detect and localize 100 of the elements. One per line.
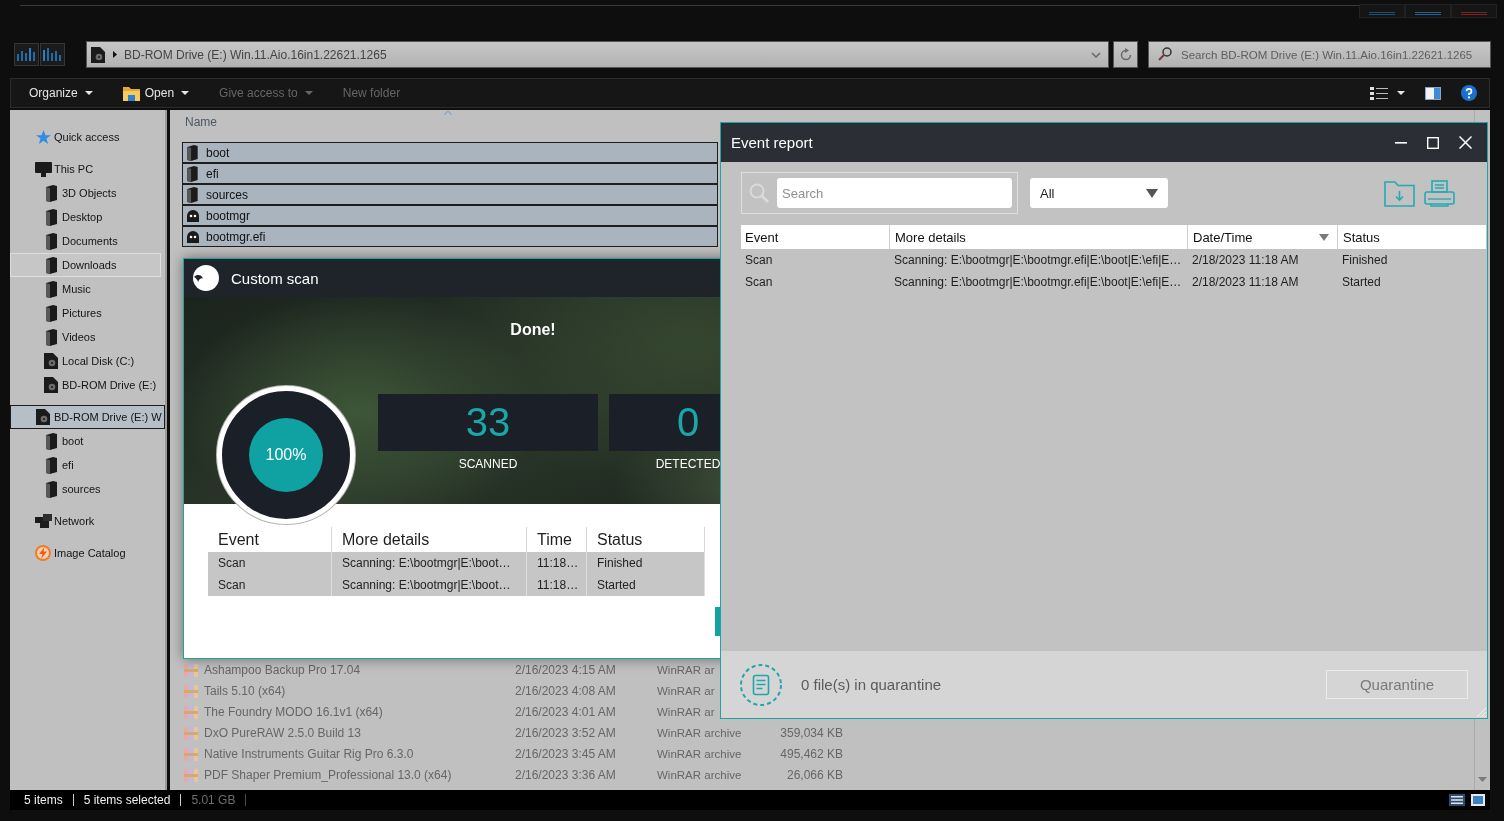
refresh-button[interactable] [1113,41,1138,68]
sidebar-item[interactable]: sources [10,477,165,501]
sidebar-item[interactable]: Music [10,277,165,301]
file-name: DxO PureRAW 2.5.0 Build 13 [204,725,362,740]
file-name: The Foundry MODO 16.1v1 (x64) [204,704,384,719]
pane-icon [1425,86,1441,100]
sidebar-item[interactable]: BD-ROM Drive (E:) [10,373,165,397]
scroll-down-arrow-icon[interactable] [1478,777,1487,782]
caret-icon [1397,91,1405,95]
sidebar-item[interactable]: efi [10,453,165,477]
file-item[interactable]: bootmgr [182,205,718,226]
drive-icon [91,46,105,63]
book-icon [187,144,198,161]
logo-icon [193,265,219,291]
resize-grip-icon[interactable] [1477,708,1486,717]
column-header[interactable]: More details [889,225,1187,249]
address-bar[interactable]: BD-ROM Drive (E:) Win.11.Aio.16in1.22621.1265 [86,41,1109,68]
item-count: 5 items [24,793,63,807]
table-cell-text: Scanning: E:\bootmgr|E:\bootmgr.efi|E:\boot|E:\efi|E… [893,274,1183,291]
book-icon [45,328,57,346]
sidebar-item[interactable]: BD-ROM Drive (E:) W [10,405,165,429]
file-date: 2/16/2023 3:36 AM [515,767,617,782]
book-icon [45,480,57,498]
sidebar-item[interactable]: Pictures [10,301,165,325]
book-icon [187,186,198,203]
window-minimize-button[interactable] [1359,4,1405,18]
preview-pane-button[interactable] [1425,86,1441,100]
sidebar-item[interactable]: Network [10,509,165,533]
table-cell: 11:18… [527,574,587,596]
file-date: 2/16/2023 3:45 AM [515,746,617,761]
table-cell-text: Scan [744,252,774,269]
selection-count: 5 items selected [83,793,171,807]
file-type: WinRAR ar [657,705,716,718]
drive-icon [44,377,58,393]
file-date: 2/16/2023 3:52 AM [515,725,617,740]
column-header[interactable]: Status [1337,225,1486,249]
search-field[interactable]: Search BD-ROM Drive (E:) Win.11.Aio.16in1.22621.1265 [1148,41,1491,68]
file-size: 26,066 KB [785,767,843,782]
book-icon [45,456,57,474]
file-item[interactable]: efi [182,163,718,184]
sidebar-item[interactable]: Desktop [10,205,165,229]
sidebar-item[interactable]: This PC [10,157,165,181]
forward-button[interactable] [40,43,65,66]
help-button[interactable] [1461,85,1477,101]
sidebar-item[interactable]: Videos [10,325,165,349]
sort-arrow-icon [1319,233,1329,241]
book-icon [187,165,198,182]
selection-size: 5.01 GB [191,793,236,807]
toolbar-button[interactable]: Organize [23,82,99,104]
details-view-icon[interactable] [1449,794,1465,806]
book-icon [45,304,57,322]
drive-icon [36,409,50,425]
caret-icon [181,91,190,95]
table-cell: Started [587,574,705,596]
quarantine-icon [740,663,782,706]
table-cell-text: Scanning: E:\bootmgr|E:\bootmgr.efi|E:\boot|E:\efi|E… [893,252,1183,269]
sidebar-item[interactable]: Downloads [10,253,161,277]
sidebar-item[interactable]: Quick access [10,125,165,149]
network-icon [34,514,52,528]
dialog-title: Custom scan [231,269,319,287]
table-cell-text: Finished [1341,252,1389,269]
file-date: 2/16/2023 4:08 AM [515,683,617,698]
large-icons-view-icon[interactable] [1471,794,1485,806]
file-type: WinRAR ar [657,684,716,697]
sidebar-item[interactable]: 3D Objects [10,181,165,205]
file-item[interactable]: bootmgr.efi [182,226,718,247]
archive-icon [184,704,198,719]
sidebar-item[interactable]: Documents [10,229,165,253]
file-item[interactable]: sources [182,184,718,205]
search-field[interactable]: Search [777,178,1012,208]
star-icon [35,130,51,144]
stat-label: DETECTED [655,457,721,471]
file-type: WinRAR archive [657,747,743,760]
sidebar-item[interactable]: boot [10,429,165,453]
file-name: PDF Shaper Premium_Professional 13.0 (x64) [204,767,453,782]
bars-icon [43,48,62,61]
file-name: Native Instruments Guitar Rig Pro 6.3.0 [204,746,415,761]
dash-icon [1461,12,1487,15]
column-header[interactable]: Event [741,225,889,249]
table-cell-text: Scan [744,274,774,291]
toolbar-button[interactable]: Open [116,82,196,104]
ghost-icon [186,230,199,243]
view-options-button[interactable] [1370,86,1405,100]
archive-icon [184,683,198,698]
book-icon [45,208,57,226]
sidebar-item[interactable]: Image Catalog [10,541,165,565]
sidebar-item[interactable]: Local Disk (C:) [10,349,165,373]
filter-dropdown[interactable]: All [1030,178,1168,208]
column-header[interactable]: Name [170,110,718,133]
dropdown-arrow-icon [1146,188,1158,198]
column-header[interactable]: Date/Time [1187,225,1337,249]
close-icon [1458,136,1472,149]
back-button[interactable] [14,43,39,66]
window-maximize-button[interactable] [1405,4,1451,18]
drive-icon [44,353,58,369]
book-icon [45,432,57,450]
file-item[interactable]: boot [182,142,718,163]
file-date: 2/16/2023 4:15 AM [515,662,617,677]
file-name: Tails 5.10 (x64) [204,683,287,698]
archive-icon [184,662,198,677]
